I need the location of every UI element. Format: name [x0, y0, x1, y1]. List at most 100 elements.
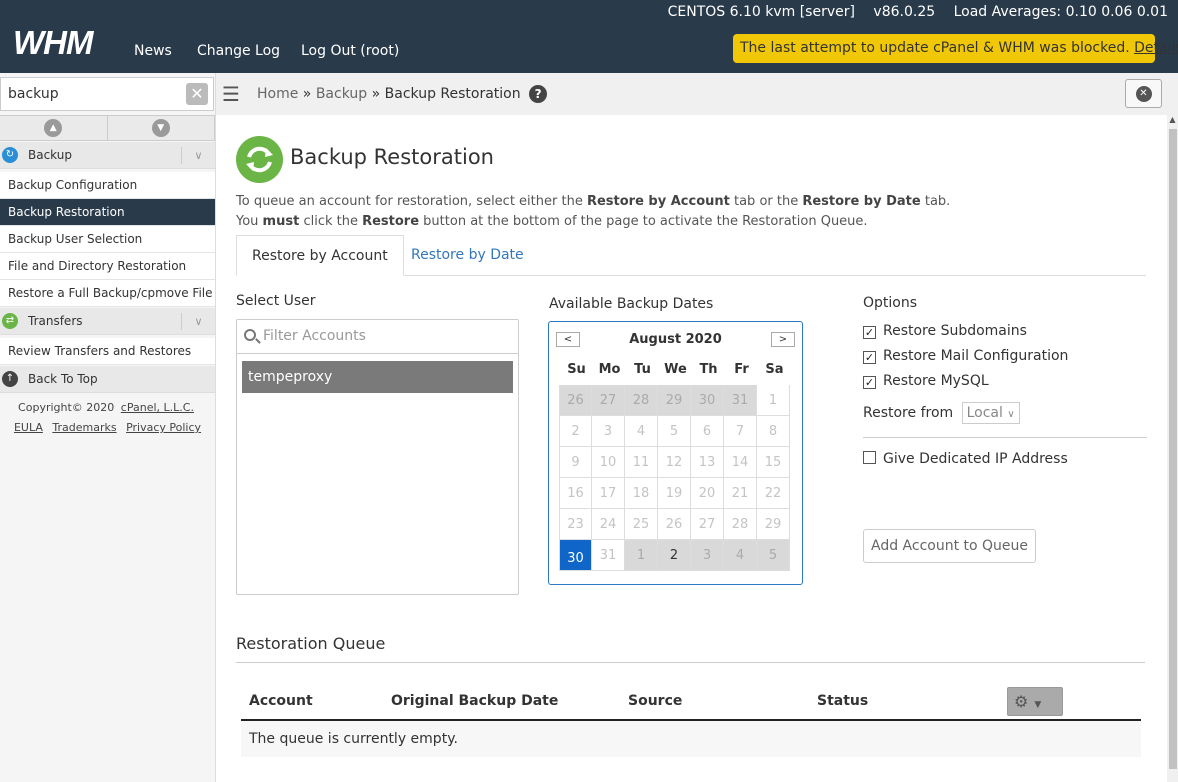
- calendar-day: 20: [691, 478, 724, 509]
- option-restore-subdomains[interactable]: ✓ Restore Subdomains: [863, 323, 1027, 339]
- eula-link[interactable]: EULA: [14, 421, 43, 434]
- search-input[interactable]: [1, 78, 181, 110]
- column-source: Source: [628, 693, 683, 709]
- help-icon[interactable]: ?: [529, 85, 548, 103]
- server-load: Load Averages: 0.10 0.06 0.01: [953, 4, 1168, 20]
- option-restore-mail-configuration[interactable]: ✓ Restore Mail Configuration: [863, 348, 1068, 364]
- select-user-label: Select User: [236, 293, 316, 309]
- chevron-up-icon: ▲: [44, 119, 63, 137]
- sidebar: ✕ ▲ ▼ ↻ Backup ∨ Backup Configuration Ba…: [0, 73, 216, 782]
- breadcrumb-separator: »: [371, 86, 381, 102]
- calendar-day: 28: [724, 509, 757, 540]
- prev-month-icon[interactable]: <: [556, 332, 580, 347]
- available-dates-label: Available Backup Dates: [549, 296, 714, 312]
- update-warning-banner: The last attempt to update cPanel & WHM …: [733, 34, 1178, 63]
- nav-logout[interactable]: Log Out (root): [301, 43, 399, 59]
- copyright-text: Copyright© 2020: [18, 401, 115, 414]
- top-bar: WHM News Change Log Log Out (root) CENTO…: [0, 0, 1178, 73]
- sidebar-sorter: ▲ ▼: [0, 115, 215, 141]
- calendar-day: 5: [757, 540, 790, 571]
- restore-from-select[interactable]: Local ∨: [961, 402, 1020, 424]
- calendar-day: 5: [658, 416, 691, 447]
- tab-restore-by-date[interactable]: Restore by Date: [396, 235, 539, 276]
- collapse-all-button[interactable]: ▲: [0, 116, 108, 140]
- privacy-policy-link[interactable]: Privacy Policy: [126, 421, 201, 434]
- breadcrumb-backup[interactable]: Backup: [316, 86, 367, 102]
- warning-details-link[interactable]: Details: [1134, 40, 1178, 56]
- next-month-icon[interactable]: >: [771, 332, 795, 347]
- option-restore-mysql[interactable]: ✓ Restore MySQL: [863, 373, 989, 389]
- breadcrumb-current: Backup Restoration: [384, 86, 521, 102]
- backup-date-calendar: August 2020 < > Su Mo Tu We Th Fr Sa 26 27 28 29 30…: [548, 321, 803, 585]
- weekday-header: Tu: [634, 362, 651, 377]
- option-dedicated-ip[interactable]: Give Dedicated IP Address: [863, 451, 1068, 467]
- section-label: Transfers: [28, 314, 83, 328]
- server-version: v86.0.25: [873, 4, 936, 20]
- calendar-day: 28: [625, 385, 658, 416]
- filter-accounts-input[interactable]: Filter Accounts: [237, 320, 518, 354]
- weekday-header: Sa: [765, 362, 784, 377]
- user-list-item[interactable]: tempeproxy: [242, 361, 513, 393]
- checkbox-checked-icon[interactable]: ✓: [863, 351, 876, 364]
- column-original-backup-date: Original Backup Date: [391, 693, 559, 709]
- weekday-header: Fr: [734, 362, 749, 377]
- page-description: To queue an account for restoration, sel…: [236, 194, 951, 229]
- nav-news[interactable]: News: [134, 43, 172, 59]
- calendar-day: 24: [592, 509, 625, 540]
- chevron-down-icon[interactable]: ∨: [181, 312, 215, 330]
- sidebar-section-backup[interactable]: ↻ Backup ∨: [0, 142, 215, 169]
- calendar-day: 7: [724, 416, 757, 447]
- breadcrumb: Home » Backup » Backup Restoration ?: [257, 85, 548, 103]
- column-status: Status: [817, 693, 869, 709]
- queue-divider: [236, 662, 1145, 663]
- sidebar-item-backup-configuration[interactable]: Backup Configuration: [0, 172, 215, 199]
- sidebar-item-backup-user-selection[interactable]: Backup User Selection: [0, 226, 215, 253]
- calendar-day: 11: [625, 447, 658, 478]
- calendar-day: 4: [724, 540, 757, 571]
- calendar-day[interactable]: 30: [559, 540, 592, 571]
- calendar-day: 3: [592, 416, 625, 447]
- scrollbar-thumb[interactable]: [1169, 129, 1177, 769]
- calendar-day: 18: [625, 478, 658, 509]
- scrollbar[interactable]: ▲: [1167, 115, 1178, 782]
- sidebar-item-restore-full-backup[interactable]: Restore a Full Backup/cpmove File: [0, 280, 215, 307]
- calendar-day: 31: [592, 540, 625, 571]
- add-account-to-queue-button[interactable]: Add Account to Queue: [863, 529, 1036, 563]
- sidebar-item-file-directory-restoration[interactable]: File and Directory Restoration: [0, 253, 215, 280]
- calendar-day: 8: [757, 416, 790, 447]
- scroll-up-icon[interactable]: ▲: [1167, 115, 1178, 124]
- server-info: CENTOS 6.10 kvm [server] v86.0.25 Load A…: [654, 4, 1168, 20]
- close-icon: ✕: [1135, 85, 1152, 102]
- calendar-day: 6: [691, 416, 724, 447]
- sidebar-item-backup-restoration[interactable]: Backup Restoration: [0, 199, 215, 226]
- queue-settings-button[interactable]: ⚙ ▼: [1007, 687, 1063, 716]
- checkbox-unchecked-icon[interactable]: [863, 451, 876, 464]
- sidebar-search: ✕: [0, 77, 214, 111]
- back-to-top-label: Back To Top: [28, 372, 98, 386]
- menu-toggle-icon[interactable]: ☰: [222, 82, 240, 106]
- breadcrumb-separator: »: [302, 86, 312, 102]
- transfers-icon: ⇄: [2, 313, 18, 329]
- checkbox-checked-icon[interactable]: ✓: [863, 376, 876, 389]
- tab-restore-by-account[interactable]: Restore by Account: [236, 235, 404, 276]
- calendar-day: 30: [691, 385, 724, 416]
- restore-tabs: Restore by Account Restore by Date: [236, 235, 1146, 276]
- breadcrumb-home[interactable]: Home: [257, 86, 298, 102]
- back-to-top-button[interactable]: ↑ Back To Top: [0, 366, 215, 393]
- calendar-day[interactable]: 2: [658, 540, 691, 571]
- trademarks-link[interactable]: Trademarks: [52, 421, 116, 434]
- nav-change-log[interactable]: Change Log: [197, 43, 280, 59]
- close-button[interactable]: ✕: [1125, 79, 1162, 108]
- sidebar-section-transfers[interactable]: ⇄ Transfers ∨: [0, 308, 215, 335]
- sidebar-item-review-transfers[interactable]: Review Transfers and Restores: [0, 338, 215, 365]
- expand-all-button[interactable]: ▼: [108, 116, 215, 140]
- weekday-header: Su: [567, 362, 586, 377]
- chevron-down-icon[interactable]: ∨: [181, 146, 215, 164]
- clear-search-icon[interactable]: ✕: [186, 83, 208, 105]
- whm-logo[interactable]: WHM: [13, 26, 93, 59]
- cpanel-link[interactable]: cPanel, L.L.C.: [121, 401, 194, 414]
- restoration-queue-title: Restoration Queue: [236, 634, 386, 653]
- breadcrumb-bar: ☰ Home » Backup » Backup Restoration ? ✕: [216, 73, 1178, 115]
- checkbox-checked-icon[interactable]: ✓: [863, 326, 876, 339]
- calendar-day: 26: [559, 385, 592, 416]
